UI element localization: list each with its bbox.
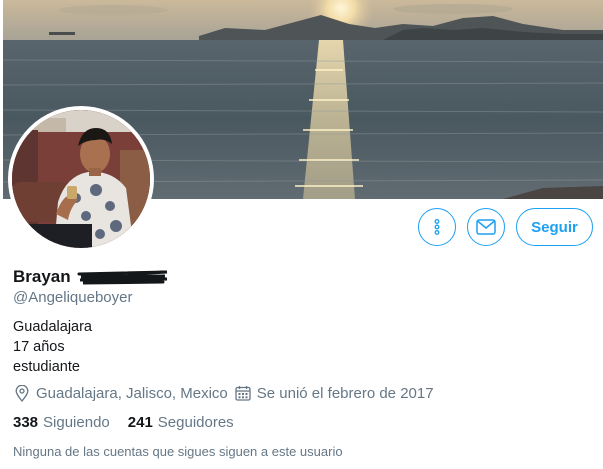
profile-stats: 338 Siguiendo 241 Seguidores xyxy=(13,412,234,432)
profile-name-row: Brayan xyxy=(13,266,169,288)
avatar[interactable] xyxy=(8,106,154,252)
mutual-followers-note: Ninguna de las cuentas que sigues siguen… xyxy=(13,444,343,459)
location: Guadalajara, Jalisco, Mexico xyxy=(13,384,228,402)
location-text: Guadalajara, Jalisco, Mexico xyxy=(36,384,228,402)
followers-link[interactable]: 241 Seguidores xyxy=(128,414,234,431)
following-count: 338 xyxy=(13,413,39,431)
following-link[interactable]: 338 Siguiendo xyxy=(13,414,110,431)
profile-photo xyxy=(12,110,150,248)
bio-line: Guadalajara xyxy=(13,319,92,335)
followers-label: Seguidores xyxy=(157,413,234,431)
more-options-button[interactable] xyxy=(418,208,456,246)
redaction-scribble xyxy=(77,270,167,285)
calendar-icon xyxy=(234,384,252,402)
more-vertical-icon xyxy=(434,219,440,235)
profile-bio: Guadalajara 17 años estudiante xyxy=(13,317,92,377)
profile-name: Brayan xyxy=(13,267,71,286)
following-label: Siguiendo xyxy=(43,413,110,431)
envelope-icon xyxy=(476,219,496,235)
followers-count: 241 xyxy=(127,413,153,431)
bio-line: 17 años xyxy=(13,339,65,355)
profile-meta: Guadalajara, Jalisco, Mexico Se unió el … xyxy=(13,383,434,403)
join-date-text: Se unió el febrero de 2017 xyxy=(256,384,434,402)
profile-handle: @Angeliqueboyer xyxy=(13,289,133,306)
bio-line: estudiante xyxy=(13,359,80,375)
location-pin-icon xyxy=(13,384,31,402)
join-date: Se unió el febrero de 2017 xyxy=(234,384,434,402)
follow-button[interactable]: Seguir xyxy=(516,208,593,246)
message-button[interactable] xyxy=(467,208,505,246)
